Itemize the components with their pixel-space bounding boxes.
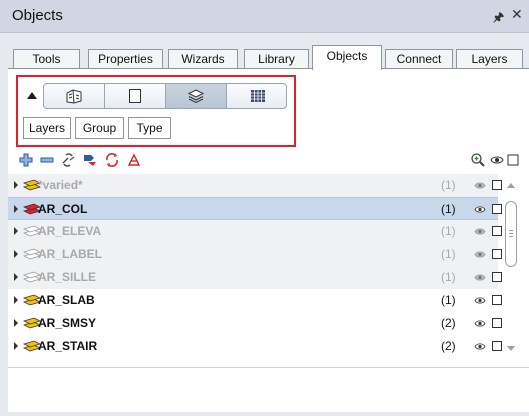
layer-name: AR_ELEVA — [38, 224, 102, 238]
layer-checkbox[interactable] — [492, 226, 502, 236]
sort-layers-button[interactable]: Layers — [23, 117, 71, 139]
object-count: (2) — [441, 316, 456, 330]
tab-wizards[interactable]: Wizards — [168, 49, 238, 69]
list-item[interactable]: AR_COL (1) — [8, 197, 502, 220]
visibility-icon[interactable] — [474, 319, 486, 328]
scroll-up-icon[interactable] — [507, 183, 515, 188]
visibility-icon[interactable] — [474, 250, 486, 259]
expand-arrow-icon[interactable] — [14, 250, 18, 258]
page-icon — [129, 89, 141, 103]
object-count: (2) — [441, 339, 456, 353]
list-item[interactable]: AR_STAIR (2) — [8, 335, 502, 358]
list-item[interactable]: AR_SLAB (1) — [8, 289, 502, 312]
visibility-icon[interactable] — [474, 296, 486, 305]
add-icon[interactable] — [18, 152, 34, 168]
expand-arrow-icon[interactable] — [14, 273, 18, 281]
layer-checkbox[interactable] — [492, 295, 502, 305]
layer-checkbox[interactable] — [492, 249, 502, 259]
layer-list: *varied* (1) AR_COL (1) AR_ELEVA (1) AR_… — [8, 172, 502, 362]
layer-name: AR_LABEL — [38, 247, 103, 261]
layer-checkbox[interactable] — [492, 204, 502, 214]
expand-arrow-icon[interactable] — [14, 181, 18, 189]
layer-checkbox[interactable] — [492, 318, 502, 328]
pin-icon[interactable]: 🖈 — [493, 8, 504, 29]
layer-checkbox[interactable] — [492, 180, 502, 190]
visibility-icon[interactable] — [474, 273, 486, 282]
vertical-scrollbar[interactable] — [504, 180, 518, 352]
view-mode-layers[interactable] — [166, 84, 227, 108]
layer-name: AR_STAIR — [38, 339, 98, 353]
view-mode-selector — [43, 83, 287, 109]
visibility-icon[interactable] — [474, 181, 486, 190]
tab-properties[interactable]: Properties — [88, 49, 163, 69]
expand-arrow-icon[interactable] — [14, 227, 18, 235]
tab-library[interactable]: Library — [244, 49, 309, 69]
layer-checkbox[interactable] — [492, 272, 502, 282]
refresh-icon[interactable] — [104, 152, 120, 168]
tab-connect[interactable]: Connect — [385, 49, 453, 69]
sort-group-button[interactable]: Group — [75, 117, 124, 139]
delete-icon[interactable] — [126, 152, 142, 168]
objects-palette: Objects 🖈 ✕ Tools Properties Wizards Lib… — [0, 0, 529, 416]
remove-icon[interactable] — [39, 152, 55, 168]
layer-name: AR_SMSY — [38, 316, 97, 330]
layer-checkbox[interactable] — [492, 341, 502, 351]
visibility-icon[interactable] — [489, 152, 505, 168]
object-count: (1) — [441, 270, 456, 284]
expand-arrow-icon[interactable] — [14, 205, 18, 213]
layer-name: AR_SLAB — [38, 293, 95, 307]
tab-layers[interactable]: Layers — [456, 49, 523, 69]
list-item[interactable]: AR_LABEL (1) — [8, 243, 502, 266]
title-bar: Objects 🖈 ✕ — [0, 0, 529, 33]
grid-icon — [250, 90, 265, 102]
visibility-icon[interactable] — [474, 342, 486, 351]
link-icon[interactable] — [60, 152, 76, 168]
window-title: Objects — [12, 7, 63, 24]
layer-name: AR_COL — [38, 202, 88, 216]
list-item[interactable]: AR_SILLE (1) — [8, 266, 502, 289]
layers-stack-icon — [187, 89, 205, 104]
list-item[interactable]: AR_SMSY (2) — [8, 312, 502, 335]
scroll-thumb[interactable] — [505, 201, 517, 267]
expand-arrow-icon[interactable] — [14, 319, 18, 327]
collapse-arrow-icon[interactable] — [27, 92, 37, 99]
divider — [8, 367, 529, 368]
sort-type-button[interactable]: Type — [128, 117, 171, 139]
expand-arrow-icon[interactable] — [14, 342, 18, 350]
visibility-icon[interactable] — [474, 227, 486, 236]
object-count: (1) — [441, 293, 456, 307]
object-count: (1) — [441, 202, 456, 216]
view-mode-grid[interactable] — [227, 84, 286, 108]
list-item[interactable]: AR_ELEVA (1) — [8, 220, 502, 243]
view-mode-page[interactable] — [105, 84, 166, 108]
expand-arrow-icon[interactable] — [14, 296, 18, 304]
layer-name: *varied* — [38, 178, 83, 192]
zoom-icon[interactable] — [470, 152, 486, 168]
scroll-down-icon[interactable] — [507, 346, 515, 351]
tab-tools[interactable]: Tools — [13, 49, 80, 69]
object-count: (1) — [441, 178, 456, 192]
object-count: (1) — [441, 224, 456, 238]
objects-toolbar — [8, 148, 529, 172]
list-item[interactable]: *varied* (1) — [8, 174, 502, 197]
object-count: (1) — [441, 247, 456, 261]
move-icon[interactable] — [82, 152, 98, 168]
checkbox-icon[interactable] — [505, 152, 521, 168]
tab-objects[interactable]: Objects — [312, 45, 382, 70]
visibility-icon[interactable] — [474, 205, 486, 214]
view-mode-building[interactable] — [44, 84, 105, 108]
layer-name: AR_SILLE — [38, 270, 97, 284]
close-icon[interactable]: ✕ — [511, 6, 523, 23]
building-icon — [66, 89, 82, 104]
